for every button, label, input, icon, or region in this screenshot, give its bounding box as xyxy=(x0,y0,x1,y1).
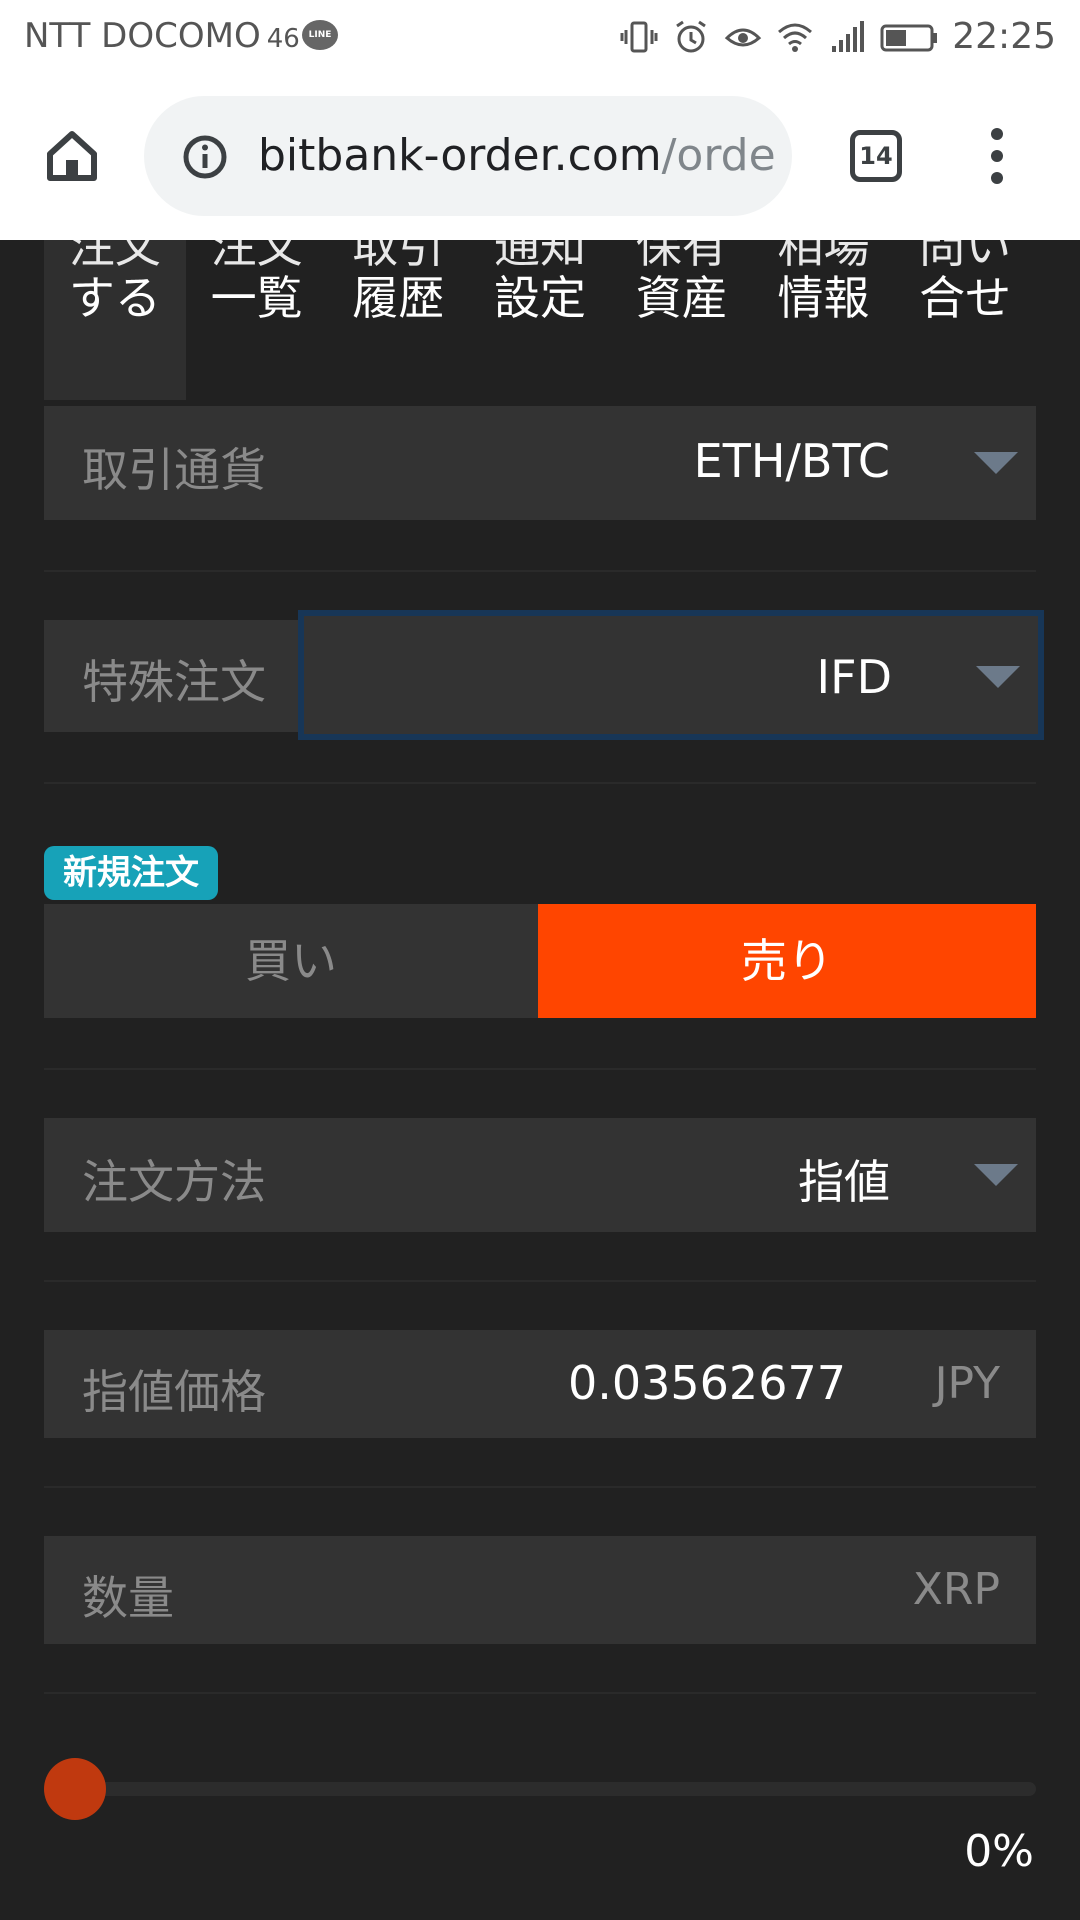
limit-price-field[interactable]: 指値価格 0.03562677 JPY xyxy=(44,1330,1036,1438)
tab-label-bottom: 履歴 xyxy=(352,271,445,325)
currency-pair-select[interactable]: 取引通貨 ETH/BTC xyxy=(44,406,1036,520)
site-info-icon[interactable] xyxy=(182,134,228,180)
network-type: 46 xyxy=(266,24,300,54)
divider xyxy=(44,1692,1036,1694)
alarm-icon xyxy=(676,20,706,53)
status-bar: NTT DOCOMO 46 LINE 22:25 xyxy=(0,0,1080,76)
amount-field[interactable]: 数量 XRP xyxy=(44,1536,1036,1644)
tab-label-bottom: 資産 xyxy=(635,271,728,325)
tab-label-bottom: する xyxy=(68,271,161,325)
divider xyxy=(44,1068,1036,1070)
line-notification-icon: LINE xyxy=(302,20,338,50)
special-order-label: 特殊注文 xyxy=(82,655,266,709)
eye-comfort-icon xyxy=(724,28,762,47)
carrier-name: NTT DOCOMO xyxy=(24,16,261,56)
currency-pair-label: 取引通貨 xyxy=(82,443,266,497)
amount-unit: XRP xyxy=(912,1564,1000,1615)
tab-assets[interactable]: 保有 資産 xyxy=(611,240,753,400)
tab-trade-history[interactable]: 取引 履歴 xyxy=(327,240,469,400)
special-order-value: IFD xyxy=(816,650,892,704)
limit-price-unit: JPY xyxy=(934,1358,1000,1409)
vibrate-icon xyxy=(620,21,658,53)
new-order-badge: 新規注文 xyxy=(44,846,218,900)
currency-pair-value: ETH/BTC xyxy=(693,434,890,488)
order-method-value: 指値 xyxy=(798,1155,890,1209)
amount-label: 数量 xyxy=(82,1571,174,1625)
limit-price-label: 指値価格 xyxy=(82,1365,266,1419)
amount-slider-track[interactable] xyxy=(74,1782,1036,1796)
tab-order-list[interactable]: 注文 一覧 xyxy=(186,240,328,400)
home-icon[interactable] xyxy=(44,128,100,184)
address-bar[interactable]: bitbank-order.com/orde xyxy=(144,96,792,216)
wifi-icon xyxy=(778,23,812,52)
buy-button[interactable]: 買い xyxy=(44,904,538,1018)
carrier-label: NTT DOCOMO 46 xyxy=(24,16,300,56)
order-method-select[interactable]: 注文方法 指値 xyxy=(44,1118,1036,1232)
clock: 22:25 xyxy=(952,16,1056,57)
tab-notification-settings[interactable]: 通知 設定 xyxy=(469,240,611,400)
tab-market-info[interactable]: 相場 情報 xyxy=(753,240,895,400)
tab-label-bottom: 一覧 xyxy=(210,271,303,325)
amount-slider-handle[interactable] xyxy=(44,1758,106,1820)
chevron-down-icon xyxy=(976,666,1020,688)
divider xyxy=(44,1486,1036,1488)
tab-label-bottom: 合せ xyxy=(919,271,1012,325)
amount-percent-label: 0% xyxy=(964,1826,1034,1877)
limit-price-value: 0.03562677 xyxy=(567,1356,846,1410)
special-order-select[interactable]: IFD xyxy=(298,610,1044,740)
order-method-label: 注文方法 xyxy=(82,1155,266,1209)
app-root: NTT DOCOMO 46 LINE 22:25 bitbank-order.co… xyxy=(0,0,1080,1920)
tab-label-bottom: 情報 xyxy=(777,271,870,325)
tab-order[interactable]: 注文 する xyxy=(44,240,186,400)
divider xyxy=(44,570,1036,572)
tab-label-bottom: 設定 xyxy=(494,271,587,325)
signal-icon xyxy=(832,21,864,52)
tab-switcher-button[interactable]: 14 xyxy=(850,130,902,182)
sell-button[interactable]: 売り xyxy=(538,904,1036,1018)
url-path: /orde xyxy=(661,130,776,181)
chevron-down-icon xyxy=(974,1164,1018,1186)
nav-tabs: 注文 する 注文 一覧 取引 履歴 通知 設定 保有 資産 相場 情報 問い 合… xyxy=(44,240,1036,402)
url-host: bitbank-order.com xyxy=(258,130,662,181)
divider xyxy=(44,782,1036,784)
tab-contact[interactable]: 問い 合せ xyxy=(894,240,1036,400)
more-menu-icon[interactable] xyxy=(988,128,1006,188)
status-icons xyxy=(620,18,940,56)
url-text: bitbank-order.com/orde xyxy=(258,130,776,181)
browser-toolbar: bitbank-order.com/orde 14 xyxy=(0,76,1080,240)
side-toggle: 買い 売り xyxy=(44,904,1036,1018)
battery-icon xyxy=(880,24,937,52)
divider xyxy=(44,1280,1036,1282)
chevron-down-icon xyxy=(974,452,1018,474)
